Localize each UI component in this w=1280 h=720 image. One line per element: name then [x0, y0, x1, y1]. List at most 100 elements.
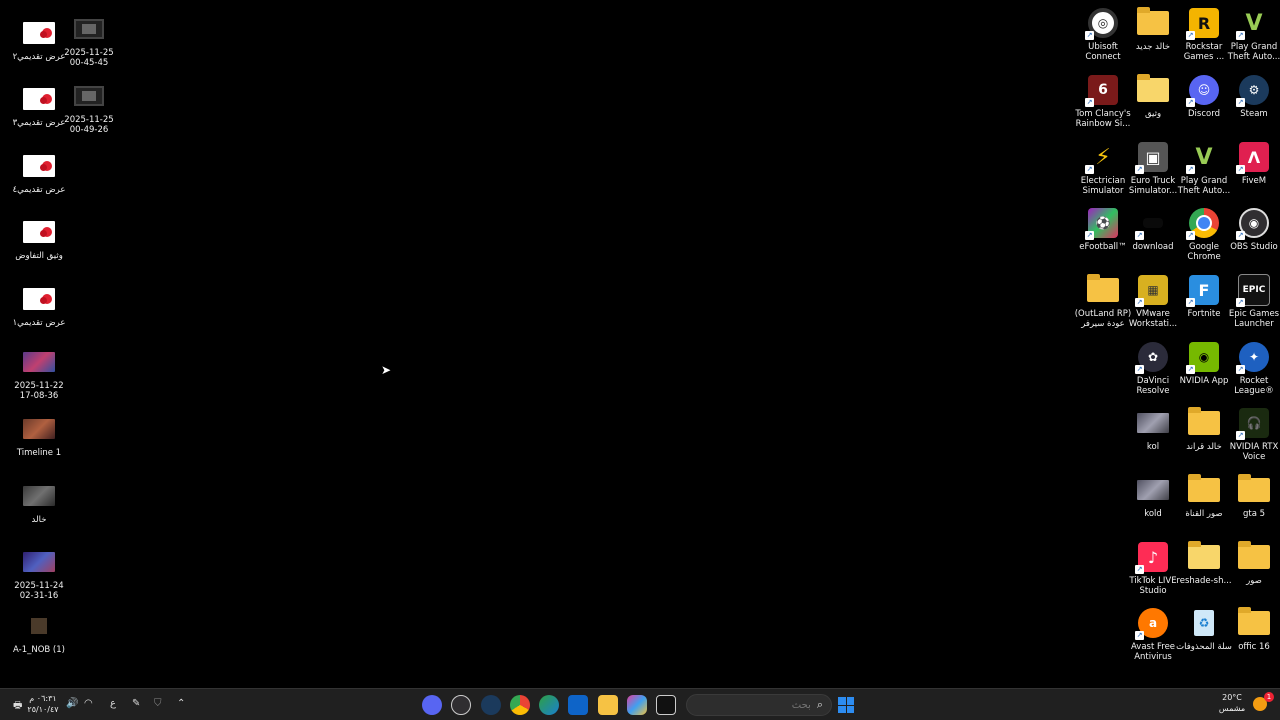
desktop-icon-label: FiveM [1241, 176, 1267, 186]
desktop-icon-label: عرض تقديمي١ [12, 318, 66, 328]
video-icon [71, 79, 107, 113]
video-icon [21, 412, 57, 446]
efootball-icon: ⚽ [1085, 206, 1121, 240]
desktop-icon-recording-2[interactable]: 2025-11-25 00-49-26 [58, 79, 120, 135]
discord-icon: ☺ [1186, 73, 1222, 107]
desktop-icon-gta-1[interactable]: V Play Grand Theft Auto... [1223, 6, 1280, 63]
desktop-icon-negotiation-doc[interactable]: وثيق التفاوض [8, 215, 70, 261]
desktop-icon-office16-folder[interactable]: offic 16 [1223, 606, 1280, 652]
desktop-icon-label: 2025-11-22 17-08-36 [14, 381, 64, 401]
video-icon [1135, 473, 1171, 507]
pen-icon[interactable]: ✎ [132, 698, 140, 709]
folder-icon [1186, 406, 1222, 440]
desktop-icon-label: gta 5 [1242, 509, 1266, 519]
desktop-icon-epic[interactable]: EPIC Epic Games Launcher [1223, 273, 1280, 329]
desktop-icon-steam[interactable]: ⚙ Steam [1223, 73, 1280, 119]
rocket-league-icon: ✦ [1236, 340, 1272, 374]
defender-icon[interactable]: ⛉ [154, 698, 162, 709]
taskbar-obs-icon[interactable] [451, 695, 471, 715]
desktop-icon-label: NVIDIA RTX Voice [1229, 442, 1279, 462]
tiktok-icon: ♪ [1135, 540, 1171, 574]
taskbar-steam-icon[interactable] [481, 695, 501, 715]
windows-logo-tile [838, 705, 846, 713]
desktop-icon-label: A-1_NOB (1) [13, 645, 65, 655]
volume-icon[interactable]: 🔊 [66, 698, 78, 709]
taskbar-store-icon[interactable] [568, 695, 588, 715]
printer-icon[interactable]: 🖶 [13, 698, 22, 715]
epic-icon: EPIC [1236, 273, 1272, 307]
search-icon: ⌕ [816, 698, 823, 711]
desktop-icon-fivem[interactable]: Λ FiveM [1223, 140, 1280, 186]
desktop-icon-khaled-video[interactable]: خالد [8, 479, 70, 525]
desktop-icon-obs[interactable]: ◉ OBS Studio [1223, 206, 1280, 252]
taskbar-search-box[interactable]: ⌕ [686, 694, 832, 716]
clock[interactable]: ٠٦:٣١ م ٢٥/١٠/٤٧ [24, 693, 62, 715]
video-icon [71, 12, 107, 46]
desktop-icon-timeline[interactable]: Timeline 1 [8, 412, 70, 458]
language-indicator[interactable]: ع [110, 698, 116, 709]
desktop-icon-label: Rocket League® [1234, 376, 1274, 396]
windows-logo-tile [846, 705, 854, 713]
clock-time: ٠٦:٣١ م [29, 694, 57, 703]
search-input[interactable] [698, 698, 813, 712]
mouse-pointer-icon: ➤ [381, 363, 392, 377]
wifi-icon[interactable]: ◠ [84, 698, 93, 709]
folder-icon [1186, 540, 1222, 574]
desktop-icon-recording-1[interactable]: 2025-11-25 00-45-45 [58, 12, 120, 68]
presentation-thumbnail-icon [21, 282, 57, 316]
folder-icon [1135, 73, 1171, 107]
desktop-icon-label: وثيق التفاوض [15, 251, 63, 261]
vmware-icon: ▦ [1135, 273, 1171, 307]
presentation-thumbnail-icon [21, 82, 57, 116]
notification-badge: 1 [1264, 692, 1274, 702]
presentation-thumbnail-icon [21, 16, 57, 50]
truck-icon: ▣ [1135, 140, 1171, 174]
desktop-icon-presentation-1[interactable]: عرض تقديمي١ [8, 282, 70, 328]
desktop-icon-label: Play Grand Theft Auto... [1227, 42, 1280, 62]
taskbar: 🖶 ٠٦:٣١ م ٢٥/١٠/٤٧ 🔊 ◠ ع ✎ ⛉ ⌃ ⌕ 20°C مش… [0, 688, 1280, 720]
folder-icon [1085, 273, 1121, 307]
presentation-thumbnail-icon [21, 215, 57, 249]
presentation-thumbnail-icon [21, 149, 57, 183]
taskbar-edge-icon[interactable] [539, 695, 559, 715]
taskbar-discord-icon[interactable] [422, 695, 442, 715]
weather-widget[interactable]: 20°C مشمس [1214, 692, 1250, 714]
nvidia-icon: ◉ [1186, 340, 1222, 374]
video-icon [1135, 406, 1171, 440]
start-button[interactable] [838, 697, 854, 713]
windows-logo-tile [846, 697, 854, 705]
desktop-icon-a1-nob[interactable]: A-1_NOB (1) [8, 609, 70, 655]
folder-icon [1236, 606, 1272, 640]
gta-icon: V [1236, 6, 1272, 40]
folder-icon [1236, 540, 1272, 574]
desktop-icon-label: OBS Studio [1230, 242, 1278, 252]
steam-icon: ⚙ [1236, 73, 1272, 107]
video-icon [21, 479, 57, 513]
weather-desc: مشمس [1218, 704, 1246, 713]
desktop-icon-recording-4[interactable]: 2025-11-24 02-31-16 [8, 545, 70, 601]
download-icon [1135, 206, 1171, 240]
weather-temp: 20°C [1222, 693, 1242, 702]
fortnite-icon: F [1186, 273, 1222, 307]
davinci-icon: ✿ [1135, 340, 1171, 374]
rtx-voice-icon: 🎧 [1236, 406, 1272, 440]
video-icon [21, 545, 57, 579]
desktop-icon-recording-3[interactable]: 2025-11-22 17-08-36 [8, 345, 70, 401]
desktop-icon-presentation-4[interactable]: عرض تقديمي٤ [8, 149, 70, 195]
desktop-icon-images-folder[interactable]: صور [1223, 540, 1280, 586]
taskbar-file-explorer-icon[interactable] [598, 695, 618, 715]
desktop-icon-rtx-voice[interactable]: 🎧 NVIDIA RTX Voice [1223, 406, 1280, 462]
chevron-up-icon[interactable]: ⌃ [177, 698, 185, 709]
desktop-icon-label: Epic Games Launcher [1228, 309, 1280, 329]
taskbar-terminal-icon[interactable] [656, 695, 676, 715]
taskbar-chrome-icon[interactable] [510, 695, 530, 715]
desktop-icon-label: Timeline 1 [16, 448, 62, 458]
desktop-icon-label: صور [1246, 576, 1262, 586]
desktop-icon-rocket-league[interactable]: ✦ Rocket League® [1223, 340, 1280, 396]
windows-logo-tile [838, 697, 846, 705]
taskbar-copilot-icon[interactable] [627, 695, 647, 715]
avast-icon: a [1135, 606, 1171, 640]
desktop-icon-gta5-folder[interactable]: gta 5 [1223, 473, 1280, 519]
electrician-icon: ⚡ [1085, 140, 1121, 174]
ubisoft-icon: ◎ [1085, 6, 1121, 40]
